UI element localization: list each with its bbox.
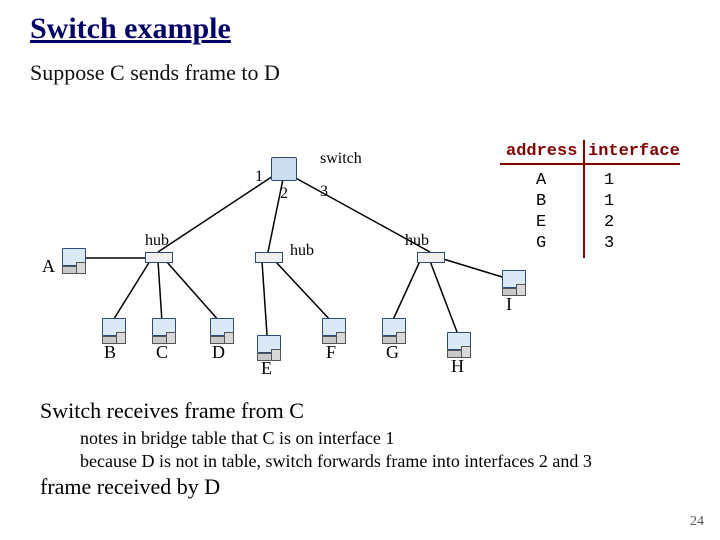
host-G-icon: [380, 318, 406, 344]
host-C-label: C: [156, 342, 168, 363]
page-title: Switch example: [30, 12, 690, 46]
table-cell: 1: [604, 191, 614, 212]
host-C-icon: [150, 318, 176, 344]
hub-2-icon: [255, 252, 283, 263]
port-2-label: 2: [280, 185, 288, 203]
table-cell: 3: [604, 233, 614, 254]
table-if-col: 1 1 2 3: [604, 170, 614, 254]
table-cell: G: [536, 233, 546, 254]
host-I-label: I: [506, 294, 512, 315]
host-E-label: E: [261, 358, 272, 379]
table-cell: E: [536, 212, 546, 233]
hub-1-label: hub: [145, 232, 169, 250]
host-B-icon: [100, 318, 126, 344]
scenario-line: Suppose C sends frame to D: [30, 60, 690, 86]
table-cell: 2: [604, 212, 614, 233]
table-addr-col: A B E G: [536, 170, 546, 254]
hub-3-label: hub: [405, 232, 429, 250]
explain-4: frame received by D: [40, 474, 680, 500]
host-D-icon: [208, 318, 234, 344]
host-F-icon: [320, 318, 346, 344]
explain-2: notes in bridge table that C is on inter…: [40, 428, 680, 449]
port-3-label: 3: [320, 183, 328, 201]
host-I-icon: [500, 270, 526, 296]
host-A-label: A: [42, 256, 55, 277]
host-G-label: G: [386, 342, 399, 363]
host-B-label: B: [104, 342, 116, 363]
link-lines: [30, 140, 690, 385]
table-hdr-interface: interface: [588, 142, 680, 161]
explain-3: because D is not in table, switch forwar…: [40, 451, 680, 472]
host-H-label: H: [451, 356, 464, 377]
hub-1-icon: [145, 252, 173, 263]
host-H-icon: [445, 332, 471, 358]
hub-2-label: hub: [290, 242, 314, 260]
hub-3-icon: [417, 252, 445, 263]
table-cell: A: [536, 170, 546, 191]
host-F-label: F: [326, 342, 336, 363]
host-D-label: D: [212, 342, 225, 363]
page-number: 24: [690, 514, 704, 530]
switch-icon: [271, 157, 297, 181]
port-1-label: 1: [255, 168, 263, 186]
explain-1: Switch receives frame from C: [40, 398, 680, 424]
switch-label: switch: [320, 150, 362, 168]
table-hdr-address: address: [506, 142, 577, 161]
network-diagram: switch 1 2 3 hub hub hub A B C D E F G H…: [30, 140, 690, 385]
table-cell: B: [536, 191, 546, 212]
table-cell: 1: [604, 170, 614, 191]
host-A-icon: [60, 248, 86, 274]
